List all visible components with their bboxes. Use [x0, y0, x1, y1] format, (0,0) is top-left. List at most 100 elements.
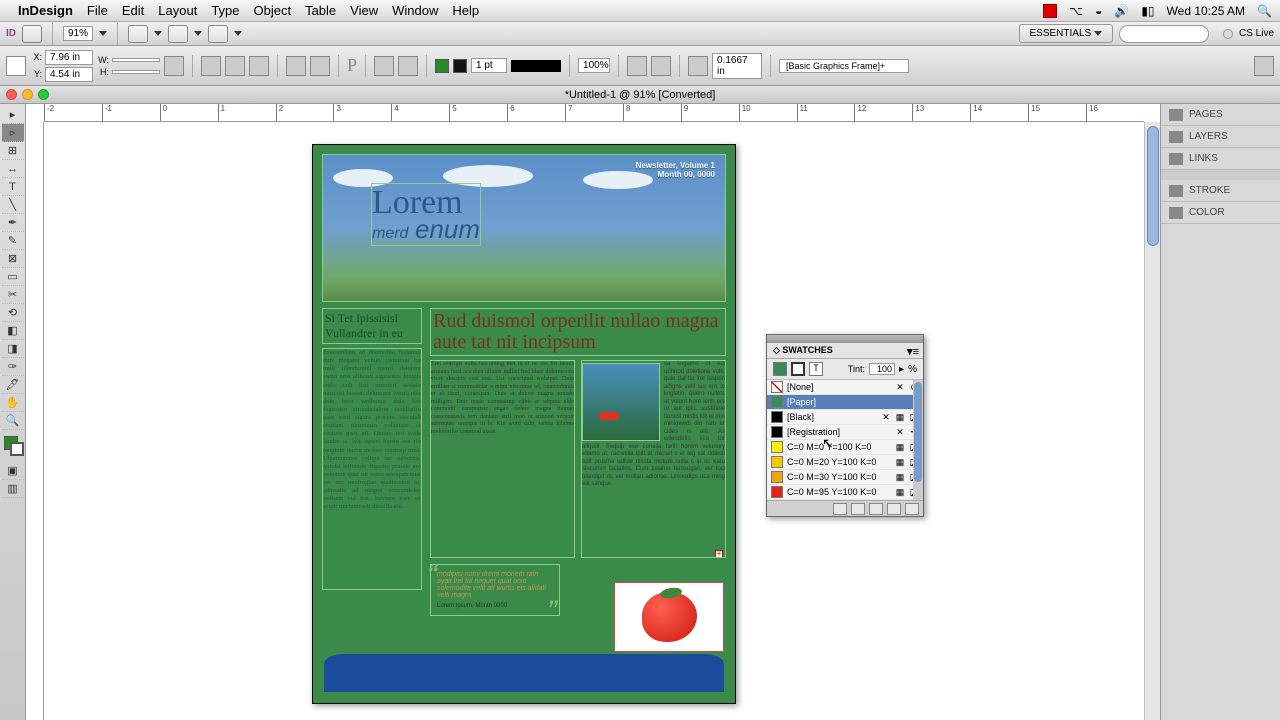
strawberry-image-frame[interactable]: [614, 582, 724, 652]
x-field[interactable]: 7.96 in: [45, 50, 93, 65]
constrain-icon[interactable]: [164, 56, 184, 76]
flip-h-icon[interactable]: [286, 56, 306, 76]
object-style-dropdown[interactable]: [Basic Graphics Frame]+: [779, 59, 909, 73]
view-options-1[interactable]: [128, 25, 148, 43]
pencil-tool[interactable]: ✎: [2, 232, 24, 250]
free-transform-tool[interactable]: ⟲: [2, 304, 24, 322]
flip-v-icon[interactable]: [310, 56, 330, 76]
tint-slider-icon[interactable]: ▸: [899, 364, 904, 375]
swatch-row[interactable]: [None]✕⊘: [767, 380, 923, 395]
fill-stroke-proxy[interactable]: [2, 434, 24, 462]
menu-view[interactable]: View: [350, 3, 378, 18]
headline-frame[interactable]: Rud duismol orperilit nullao magna aute …: [430, 308, 726, 356]
horizontal-ruler[interactable]: -2-1012345678910111213141516: [44, 104, 1144, 122]
corner-radius-field[interactable]: 0.1667 in: [712, 53, 762, 79]
show-gradient-swatches-button[interactable]: [869, 503, 883, 515]
menu-help[interactable]: Help: [452, 3, 479, 18]
page-tool[interactable]: ⊞: [2, 142, 24, 160]
zoom-field[interactable]: 91%: [63, 26, 93, 41]
menu-table[interactable]: Table: [305, 3, 336, 18]
show-color-swatches-button[interactable]: [851, 503, 865, 515]
document-canvas[interactable]: Newsletter, Volume 1 Month 00, 0000 Lore…: [44, 122, 1144, 720]
menu-type[interactable]: Type: [211, 3, 239, 18]
menu-window[interactable]: Window: [392, 3, 438, 18]
stroke-weight-field[interactable]: 1 pt: [471, 58, 507, 73]
volume-icon[interactable]: 🔊: [1114, 4, 1129, 18]
menu-file[interactable]: File: [87, 3, 108, 18]
effects-icon[interactable]: [627, 56, 647, 76]
align-icon[interactable]: [374, 56, 394, 76]
note-tool[interactable]: ✑: [2, 358, 24, 376]
body-col1-frame[interactable]: Esuesendam ad disimolite fusiamol duis m…: [322, 348, 422, 590]
app-name[interactable]: InDesign: [18, 3, 73, 18]
drop-icon[interactable]: [234, 31, 242, 36]
y-field[interactable]: 4.54 in: [45, 67, 93, 82]
swatch-row[interactable]: C=0 M=0 Y=100 K=0▦◪: [767, 440, 923, 455]
overset-icon[interactable]: +: [715, 550, 723, 558]
zoom-window-button[interactable]: [38, 89, 49, 100]
body-col-a-frame[interactable]: Eret sencigit nulla faccoming met in et …: [430, 360, 575, 558]
stroke-proxy[interactable]: [791, 362, 805, 376]
subhead-frame[interactable]: Si Tet Ipissisisl Vullandrer in eu: [322, 308, 422, 344]
delete-swatch-button[interactable]: [905, 503, 919, 515]
page-spread[interactable]: Newsletter, Volume 1 Month 00, 0000 Lore…: [312, 144, 736, 704]
show-all-swatches-button[interactable]: [833, 503, 847, 515]
corner-icon[interactable]: [688, 56, 708, 76]
eyedropper-tool[interactable]: 🖊: [2, 376, 24, 394]
selection-tool[interactable]: ▸: [2, 106, 24, 124]
stroke-swatch[interactable]: [453, 59, 467, 73]
panel-links[interactable]: LINKS: [1161, 148, 1280, 170]
menu-edit[interactable]: Edit: [122, 3, 144, 18]
battery-icon[interactable]: ▮▯: [1141, 4, 1154, 18]
menu-layout[interactable]: Layout: [158, 3, 197, 18]
panel-stroke[interactable]: STROKE: [1161, 180, 1280, 202]
bridge-icon[interactable]: [22, 25, 42, 43]
scale-pct-field[interactable]: 100%: [578, 58, 610, 73]
fill-proxy[interactable]: [773, 362, 787, 376]
bluetooth-icon[interactable]: ⌥: [1069, 4, 1083, 18]
scissors-tool[interactable]: ✂: [2, 286, 24, 304]
pen-tool[interactable]: ✒: [2, 214, 24, 232]
spotlight-icon[interactable]: 🔍: [1257, 4, 1272, 18]
char-panel-icon[interactable]: P: [347, 55, 357, 76]
stroke-style-dropdown[interactable]: [511, 60, 561, 72]
clock[interactable]: Wed 10:25 AM: [1167, 4, 1246, 18]
footer-shape[interactable]: [324, 654, 724, 692]
swatch-row[interactable]: C=0 M=20 Y=100 K=0▦◪: [767, 455, 923, 470]
distribute-icon[interactable]: [398, 56, 418, 76]
swatch-row[interactable]: [Black]✕▦◪: [767, 410, 923, 425]
swatches-panel[interactable]: ◇ SWATCHES ▾≡ T Tint: 100 ▸ % [None]✕⊘[P…: [766, 334, 924, 517]
panel-layers[interactable]: LAYERS: [1161, 126, 1280, 148]
apply-color-button[interactable]: ▣: [2, 462, 24, 480]
inline-image-frame[interactable]: [582, 363, 660, 441]
swatches-tab[interactable]: ◇ SWATCHES ▾≡: [767, 343, 923, 359]
scale-icon[interactable]: [201, 56, 221, 76]
zoom-tool[interactable]: 🔍: [2, 412, 24, 430]
screen-mode-button[interactable]: ▥: [2, 480, 24, 498]
reference-point-icon[interactable]: [6, 56, 26, 76]
view-options-2[interactable]: [168, 25, 188, 43]
vertical-scrollbar[interactable]: [1144, 122, 1160, 720]
fill-swatch[interactable]: [435, 59, 449, 73]
swatch-row[interactable]: [Paper]: [767, 395, 923, 410]
gradient-tool[interactable]: ◧: [2, 322, 24, 340]
shear-icon[interactable]: [249, 56, 269, 76]
pullquote-frame[interactable]: “ modipisi nomi dremi monem rain ayait l…: [430, 564, 560, 616]
tint-field[interactable]: 100: [869, 363, 895, 375]
w-field[interactable]: [112, 58, 160, 62]
zoom-dropdown-icon[interactable]: [99, 31, 107, 36]
gap-tool[interactable]: ↔: [2, 160, 24, 178]
rectangle-tool[interactable]: ▭: [2, 268, 24, 286]
swatch-row[interactable]: C=0 M=95 Y=100 K=0▦◪: [767, 485, 923, 500]
panel-gripper[interactable]: [767, 335, 923, 343]
gradient-feather-tool[interactable]: ◨: [2, 340, 24, 358]
line-tool[interactable]: ╲: [2, 196, 24, 214]
drop-icon[interactable]: [194, 31, 202, 36]
title-frame[interactable]: Lorem merd enum: [371, 183, 481, 246]
wrap-icon[interactable]: [651, 56, 671, 76]
new-swatch-button[interactable]: [887, 503, 901, 515]
formatting-text-icon[interactable]: T: [809, 362, 823, 376]
swatch-row[interactable]: C=0 M=30 Y=100 K=0▦◪: [767, 470, 923, 485]
swatches-scrollbar[interactable]: [913, 380, 923, 500]
close-window-button[interactable]: [6, 89, 17, 100]
